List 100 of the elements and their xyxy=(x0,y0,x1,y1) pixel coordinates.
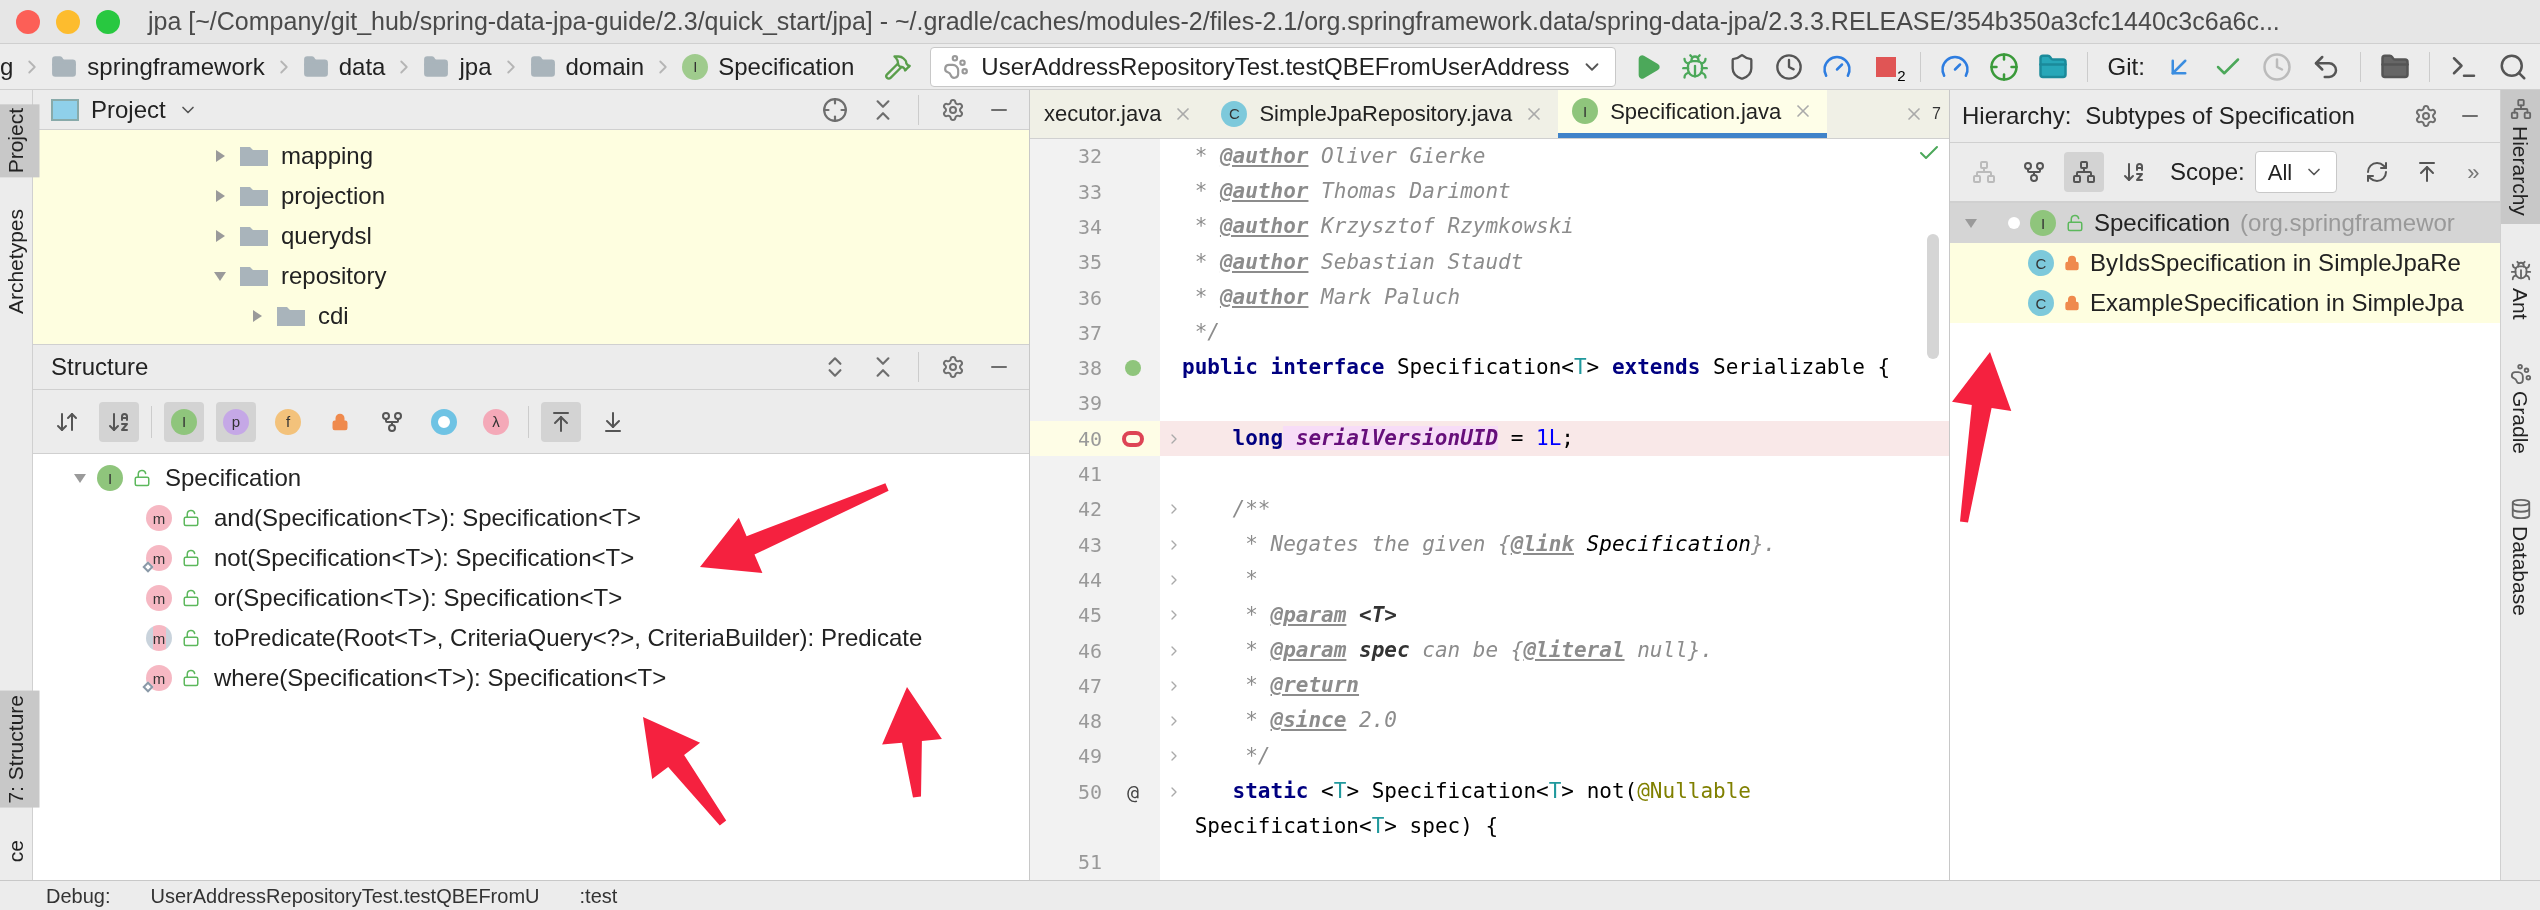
debug-label: Debug: xyxy=(46,883,111,909)
tree-item[interactable]: repository xyxy=(281,258,387,294)
interface-icon: I xyxy=(682,53,709,80)
tool-window-tab[interactable]: ce xyxy=(0,835,40,866)
line-number: 48 xyxy=(1076,708,1103,736)
editor-tab[interactable]: C SimpleJpaRepository.java xyxy=(1207,90,1559,138)
package-name: (org.springframewor xyxy=(2240,208,2455,238)
class-icon: C xyxy=(2028,250,2054,276)
debug-tab[interactable]: :test xyxy=(579,880,618,910)
panel-title: Structure xyxy=(51,352,149,382)
line-number: 43 xyxy=(1076,531,1103,559)
run-config-dropdown[interactable]: UserAddressRepositoryTest.testQBEFromUserAddress xyxy=(930,46,1617,87)
member-filter-icon: I xyxy=(171,408,197,435)
tree-item[interactable]: where(Specification<T>): Specification<T> xyxy=(214,660,667,696)
window-title: jpa [~/Company/git_hub/spring-data-jpa-guide/2.3/quick_start/jpa] - ~/.gradle/caches/modules-2/files-2.1/org.springframework.data/spring-data-jpa/2.3.3.RELEASE/354b350a3cfc1440c3c6a6c... xyxy=(148,5,2280,37)
breadcrumb[interactable]: Specification xyxy=(718,48,855,85)
class-icon: C xyxy=(2028,290,2054,316)
code-line: * xyxy=(1244,566,1258,594)
toolbar-button[interactable]: f xyxy=(268,401,308,442)
scope-label: Scope: xyxy=(2170,157,2245,187)
code-line: * @since 2.0 xyxy=(1244,707,1397,735)
line-number: 40 xyxy=(1030,421,1106,457)
line-number: 39 xyxy=(1076,390,1103,418)
more-button[interactable]: » xyxy=(2467,155,2480,189)
tool-window-tab[interactable]: Archetypes xyxy=(0,205,40,319)
line-number: 50 xyxy=(1076,778,1103,806)
line-number: 37 xyxy=(1076,319,1103,347)
member-filter-icon: p xyxy=(223,408,249,435)
method-icon: m xyxy=(146,665,172,691)
tree-item[interactable]: mapping xyxy=(281,138,374,174)
line-number: 35 xyxy=(1076,249,1103,277)
method-icon: m xyxy=(146,545,172,571)
breadcrumb[interactable]: jpa xyxy=(459,48,492,85)
editor-tab[interactable]: xecutor.java xyxy=(1030,90,1208,138)
code-line: * @author Thomas Darimont xyxy=(1193,177,1511,205)
toolbar-button[interactable]: λ xyxy=(476,401,516,442)
code-line: * Negates the given {@link Specification}. xyxy=(1244,530,1777,558)
line-number: 45 xyxy=(1076,602,1103,630)
toolbar-button[interactable]: I xyxy=(164,401,204,442)
member-filter-icon: λ xyxy=(483,408,509,435)
method-icon: m xyxy=(146,505,172,531)
debug-tab[interactable]: UserAddressRepositoryTest.testQBEFromU xyxy=(150,880,540,910)
code-line: * @author Oliver Gierke xyxy=(1193,142,1486,170)
code-line: * @author Sebastian Staudt xyxy=(1193,248,1524,276)
breadcrumb[interactable]: springframework xyxy=(87,48,265,85)
tool-window-tab[interactable]: Database xyxy=(2501,490,2540,625)
code-line: static <T> Specification<T> not(@Nullable xyxy=(1231,778,1751,805)
code-line: */ xyxy=(1244,742,1271,770)
tree-item[interactable]: Specification xyxy=(165,460,302,496)
tree-item[interactable]: projection xyxy=(281,178,386,214)
toolbar-button[interactable]: p xyxy=(216,401,256,442)
tree-item[interactable]: toPredicate(Root<T>, CriteriaQuery<?>, CriteriaBuilder): Predicate xyxy=(214,620,923,656)
tool-window-tab[interactable]: Gradle xyxy=(2501,355,2540,463)
line-number: 41 xyxy=(1076,461,1103,489)
scope-select[interactable]: All xyxy=(2254,151,2338,193)
tree-item[interactable]: ExampleSpecification in SimpleJpa xyxy=(2090,285,2464,321)
tree-item[interactable]: ByIdsSpecification in SimpleJpaRe xyxy=(2090,245,2461,281)
breadcrumb[interactable]: domain xyxy=(565,48,645,85)
line-number: 49 xyxy=(1076,743,1103,771)
interface-icon: I xyxy=(97,465,123,491)
method-icon: m xyxy=(146,625,172,651)
project-view-dropdown[interactable]: Project xyxy=(51,91,198,128)
tool-window-tab[interactable]: Project xyxy=(0,104,40,178)
tool-window-tab[interactable]: 7: Structure xyxy=(0,691,40,808)
breadcrumb[interactable]: g xyxy=(0,48,14,85)
code-line: Specification<T> spec) { xyxy=(1193,813,1499,841)
panel-subtitle: Subtypes of Specification xyxy=(2085,101,2355,131)
class-icon: C xyxy=(1221,100,1248,127)
line-number: 36 xyxy=(1076,284,1103,312)
method-icon: m xyxy=(146,585,172,611)
line-number: 33 xyxy=(1076,178,1103,206)
line-number: 42 xyxy=(1076,496,1103,524)
line-number: 32 xyxy=(1076,143,1103,171)
tab-list-button[interactable]: 7 xyxy=(1932,101,1941,126)
tree-row[interactable]: I Specification (org.springframewor xyxy=(1950,203,2500,243)
line-number: 34 xyxy=(1076,214,1103,241)
line-number: 47 xyxy=(1076,672,1103,700)
tree-item[interactable]: querydsl xyxy=(281,218,372,254)
tool-window-tab[interactable]: Hierarchy xyxy=(2501,90,2540,224)
code-line: * @author Mark Paluch xyxy=(1193,283,1461,311)
editor-tab[interactable]: I Specification.java xyxy=(1558,90,1828,138)
interface-icon: I xyxy=(1572,98,1599,125)
member-filter-icon: f xyxy=(275,408,301,435)
code-line: * @return xyxy=(1244,672,1360,700)
tree-item[interactable]: not(Specification<T>): Specification<T> xyxy=(214,540,635,576)
gutter-marker[interactable]: @ xyxy=(1126,776,1139,807)
tree-item[interactable]: Specification xyxy=(2094,205,2231,241)
code-line: /** xyxy=(1231,495,1271,523)
tree-item[interactable]: and(Specification<T>): Specification<T> xyxy=(214,500,641,536)
tree-item[interactable]: cdi xyxy=(318,298,349,334)
tool-window-tab[interactable]: Ant xyxy=(2501,251,2540,328)
line-number: 46 xyxy=(1076,637,1103,665)
code-line: * @author Krzysztof Rzymkowski xyxy=(1193,213,1574,241)
tree-item[interactable]: or(Specification<T>): Specification<T> xyxy=(214,580,623,616)
code-line: * @param spec can be {@literal null}. xyxy=(1244,636,1714,664)
code-line: * @param <T> xyxy=(1244,601,1397,629)
stop-count: 2 xyxy=(1897,66,1906,86)
code-line: public interface Specification<T> extends Serializable { xyxy=(1182,354,1891,382)
panel-title: Hierarchy: xyxy=(1962,101,2072,131)
breadcrumb[interactable]: data xyxy=(338,48,386,85)
